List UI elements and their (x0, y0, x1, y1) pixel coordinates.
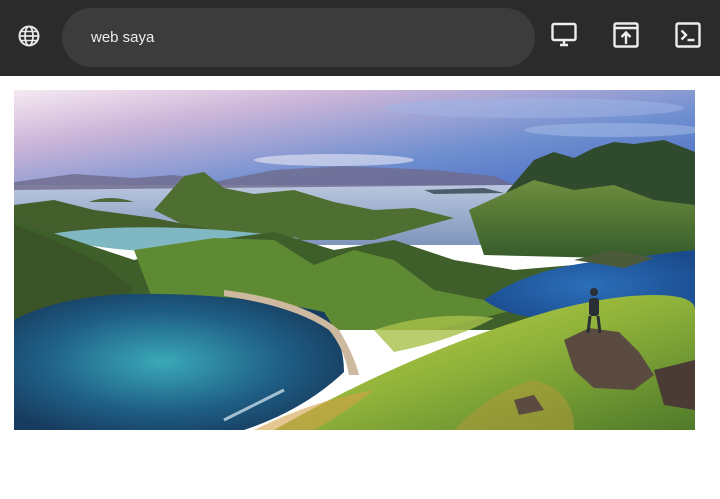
browser-toolbar (0, 0, 720, 76)
desktop-view-button[interactable] (550, 22, 578, 52)
site-info-button[interactable] (14, 24, 44, 52)
open-in-window-icon (613, 21, 639, 53)
page-content (0, 76, 720, 499)
landscape-photo (14, 90, 695, 430)
open-in-new-window-button[interactable] (612, 21, 640, 53)
monitor-icon (551, 22, 577, 53)
terminal-button[interactable] (674, 21, 702, 53)
globe-icon (17, 24, 41, 53)
address-input[interactable] (91, 29, 491, 46)
address-bar[interactable] (62, 8, 535, 67)
terminal-icon (675, 21, 701, 53)
